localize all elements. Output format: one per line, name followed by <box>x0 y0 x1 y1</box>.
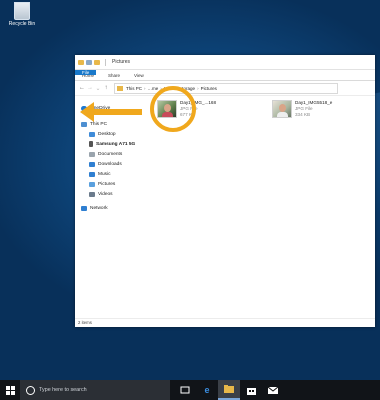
file-explorer-window: Pictures File Home Share View ← → ⌄ ↑ Th… <box>75 55 375 327</box>
music-icon <box>89 171 95 177</box>
file-info: Day1_IMG5518_e JPG File 334 KB <box>295 100 332 118</box>
taskbar-search-box[interactable]: Type here to search <box>20 380 170 400</box>
file-explorer-taskbar-icon[interactable] <box>218 380 240 400</box>
nav-item-videos[interactable]: Videos <box>75 189 145 199</box>
store-icon[interactable] <box>240 380 262 400</box>
nav-item-network[interactable]: Network <box>75 203 145 213</box>
tab-file[interactable]: File <box>75 70 97 75</box>
start-button[interactable] <box>0 380 20 400</box>
address-bar-row: ← → ⌄ ↑ This PC › …me › Internal storage… <box>75 81 375 96</box>
tab-view[interactable]: View <box>127 70 151 80</box>
nav-item-label: Videos <box>98 191 113 197</box>
documents-icon <box>89 151 95 157</box>
cortana-icon <box>26 385 35 395</box>
nav-item-samsung[interactable]: Samsung A71 5G <box>75 139 145 149</box>
taskbar: Type here to search e <box>0 380 380 400</box>
phone-icon <box>89 141 93 147</box>
nav-item-label: Network <box>90 205 108 211</box>
desktop-icon <box>89 131 95 137</box>
title-bar: Pictures <box>75 55 375 70</box>
breadcrumb-separator: › <box>144 85 146 91</box>
new-folder-icon[interactable] <box>94 59 100 65</box>
forward-arrow-icon[interactable]: → <box>86 85 94 91</box>
window-title: Pictures <box>112 59 131 65</box>
up-arrow-icon[interactable]: ↑ <box>102 85 110 91</box>
ribbon-tabs: File Home Share View <box>75 70 375 81</box>
properties-icon[interactable] <box>86 59 92 65</box>
back-arrow-icon[interactable]: ← <box>78 85 86 91</box>
file-item[interactable]: Day1_IMG5518_e JPG File 334 KB <box>272 100 332 118</box>
download-icon <box>89 161 95 167</box>
search-placeholder: Type here to search <box>39 387 87 393</box>
recycle-bin-shortcut[interactable]: Recycle Bin <box>2 0 42 27</box>
breadcrumb-this-pc[interactable]: This PC <box>126 86 142 91</box>
nav-item-desktop[interactable]: Desktop <box>75 129 145 139</box>
highlight-ring <box>150 86 196 132</box>
nav-item-label: Downloads <box>98 161 122 167</box>
drag-direction-arrow <box>80 102 142 122</box>
network-icon <box>81 205 87 211</box>
status-bar: 2 items <box>75 318 375 327</box>
image-thumbnail <box>272 100 292 118</box>
nav-item-label: Samsung A71 5G <box>96 141 136 147</box>
nav-item-pictures[interactable]: Pictures <box>75 179 145 189</box>
folder-icon <box>78 59 84 65</box>
breadcrumb-device[interactable]: …me <box>148 86 159 91</box>
edge-icon[interactable]: e <box>196 380 218 400</box>
pictures-icon <box>89 181 95 187</box>
nav-item-label: Pictures <box>98 181 116 187</box>
tab-share[interactable]: Share <box>101 70 127 80</box>
nav-item-label: Music <box>98 171 111 177</box>
breadcrumb-separator: › <box>197 85 199 91</box>
recycle-bin-label: Recycle Bin <box>8 21 36 27</box>
videos-icon <box>89 191 95 197</box>
nav-item-downloads[interactable]: Downloads <box>75 159 145 169</box>
nav-item-label: Documents <box>98 151 123 157</box>
nav-item-label: Desktop <box>98 131 116 137</box>
nav-item-documents[interactable]: Documents <box>75 149 145 159</box>
nav-item-music[interactable]: Music <box>75 169 145 179</box>
file-size: 334 KB <box>295 112 311 117</box>
navigation-pane: OneDrive This PC Desktop Samsung A71 5G … <box>75 95 145 319</box>
address-bar[interactable]: This PC › …me › Internal storage › Pictu… <box>114 82 338 94</box>
mail-icon[interactable] <box>262 380 284 400</box>
breadcrumb-pictures[interactable]: Pictures <box>201 86 217 91</box>
task-view-icon[interactable] <box>174 380 196 400</box>
recent-chevron-icon[interactable]: ⌄ <box>94 85 102 92</box>
windows-logo-icon <box>5 385 15 395</box>
recycle-bin-icon <box>14 2 30 20</box>
address-folder-icon <box>117 85 123 91</box>
titlebar-divider <box>105 58 106 66</box>
